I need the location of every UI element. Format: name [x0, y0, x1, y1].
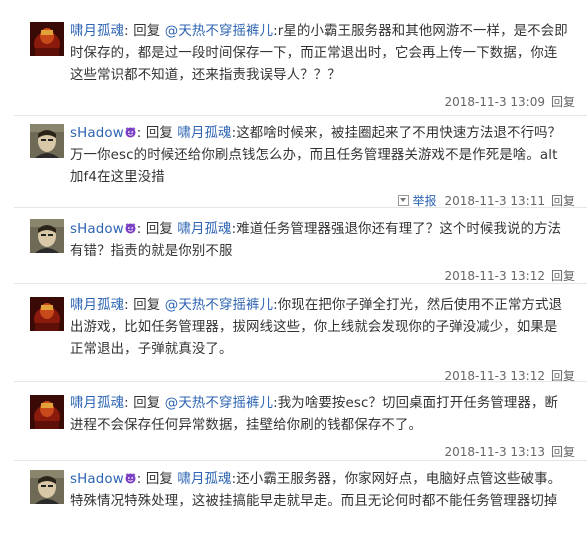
colon: :: [136, 222, 142, 237]
colon: :: [136, 472, 142, 487]
mention-link[interactable]: 啸月孤魂: [177, 222, 231, 237]
mention-link[interactable]: @天热不穿摇裤儿: [165, 396, 273, 411]
reply-author-link[interactable]: sHadow: [70, 222, 124, 237]
divider: [14, 381, 587, 382]
mention-link[interactable]: 啸月孤魂: [177, 472, 231, 487]
reply-word: 回复: [145, 472, 173, 487]
avatar[interactable]: [30, 219, 64, 253]
reply-button[interactable]: 回复: [551, 95, 575, 109]
reply-time: 2018-11-3 13:12: [444, 269, 545, 283]
devil-emoji-icon: [125, 223, 136, 234]
mention-link[interactable]: @天热不穿摇裤儿: [165, 24, 273, 39]
reply-word: 回复: [133, 396, 161, 411]
reply-text: sHadow: 回复 啸月孤魂:这都啥时候来，被挂圈起来了不用快速方法退不行吗？…: [70, 123, 570, 189]
reply-body: :难道任务管理器强退你还有理了？这个时候我说的方法有错？指责的就是你别不服: [70, 222, 562, 259]
reply-author-link[interactable]: sHadow: [70, 126, 124, 141]
reply-time: 2018-11-3 13:13: [444, 445, 545, 459]
devil-emoji-icon: [125, 127, 136, 138]
avatar[interactable]: [30, 124, 64, 158]
reply-button[interactable]: 回复: [551, 194, 575, 208]
reply-text: 啸月孤魂: 回复 @天热不穿摇裤儿:我为啥要按esc？切回桌面打开任务管理器，断…: [70, 393, 570, 437]
avatar[interactable]: [30, 297, 64, 331]
report-button[interactable]: 举报: [398, 194, 436, 208]
divider: [14, 460, 587, 461]
divider: [14, 283, 587, 284]
reply-meta: 2018-11-3 13:09 回复: [444, 93, 575, 110]
devil-emoji-icon: [125, 473, 136, 484]
reply-meta: 2018-11-3 13:13 回复: [444, 443, 575, 460]
colon: :: [124, 298, 129, 313]
mention-link[interactable]: @天热不穿摇裤儿: [165, 298, 273, 313]
avatar[interactable]: [30, 22, 64, 56]
report-icon: [398, 195, 410, 206]
reply-text: 啸月孤魂: 回复 @天热不穿摇裤儿:r星的小霸王服务器和其他网游不一样，是不会即…: [70, 21, 570, 87]
reply-word: 回复: [145, 222, 173, 237]
reply-author-link[interactable]: sHadow: [70, 472, 124, 487]
colon: :: [124, 396, 129, 411]
reply-word: 回复: [145, 126, 173, 141]
reply-text: sHadow: 回复 啸月孤魂:还小霸王服务器，你家网好点，电脑好点管这些破事。…: [70, 469, 570, 513]
reply-meta: 2018-11-3 13:12 回复: [444, 267, 575, 284]
divider: [14, 207, 587, 208]
reply-body: :这都啥时候来，被挂圈起来了不用快速方法退不行吗？万一你esc的时候还给你刷点钱…: [70, 126, 562, 185]
report-label: 举报: [412, 194, 437, 208]
avatar[interactable]: [30, 470, 64, 504]
divider: [14, 115, 587, 116]
reply-button[interactable]: 回复: [551, 445, 575, 459]
reply-time: 2018-11-3 13:09: [444, 95, 545, 109]
reply-author-link[interactable]: 啸月孤魂: [70, 298, 124, 313]
reply-body: :还小霸王服务器，你家网好点，电脑好点管这些破事。特殊情况特殊处理，这被挂搞能早…: [70, 472, 562, 509]
colon: :: [124, 24, 129, 39]
reply-author-link[interactable]: 啸月孤魂: [70, 24, 124, 39]
colon: :: [136, 126, 142, 141]
reply-word: 回复: [133, 24, 161, 39]
reply-text: 啸月孤魂: 回复 @天热不穿摇裤儿:你现在把你子弹全打光，然后使用不正常方式退出…: [70, 295, 570, 361]
reply-word: 回复: [133, 298, 161, 313]
reply-text: sHadow: 回复 啸月孤魂:难道任务管理器强退你还有理了？这个时候我说的方法…: [70, 219, 570, 263]
reply-button[interactable]: 回复: [551, 269, 575, 283]
mention-link[interactable]: 啸月孤魂: [177, 126, 231, 141]
avatar[interactable]: [30, 395, 64, 429]
reply-author-link[interactable]: 啸月孤魂: [70, 396, 124, 411]
reply-time: 2018-11-3 13:11: [444, 194, 545, 208]
